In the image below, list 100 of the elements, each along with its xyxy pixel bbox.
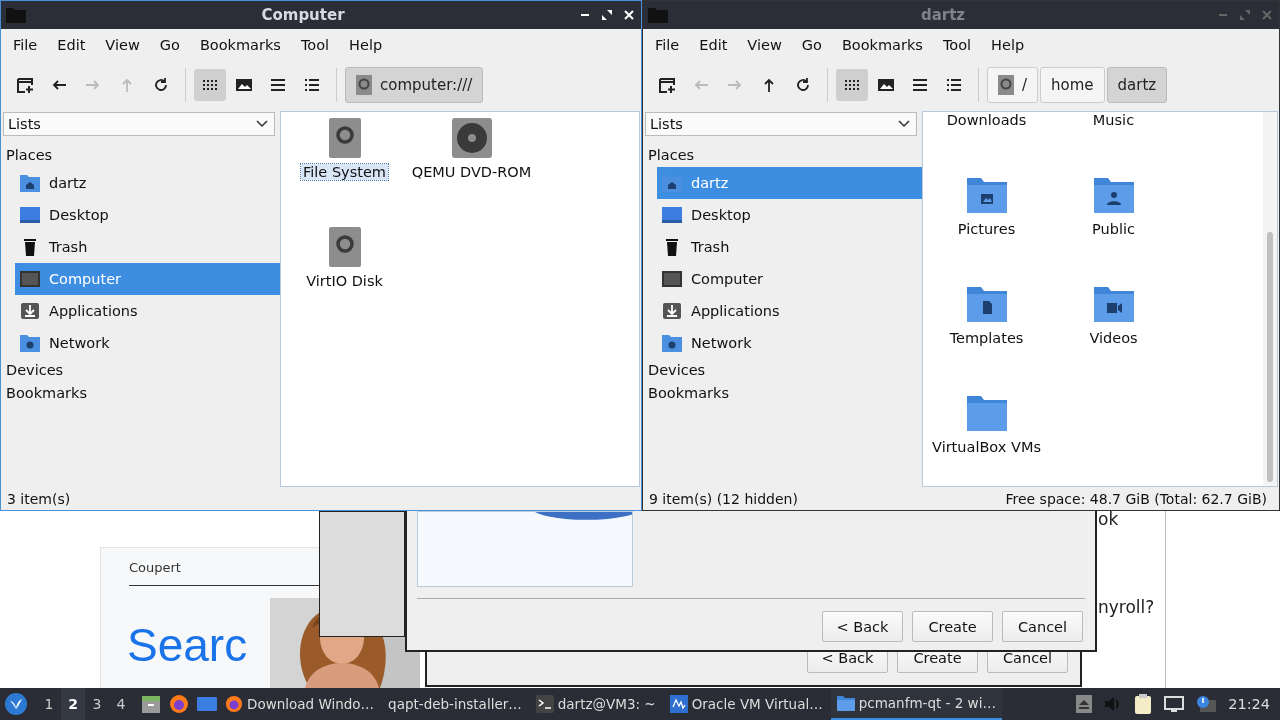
menu-item[interactable]: Help (339, 37, 393, 53)
menu-item[interactable]: View (95, 37, 150, 53)
place-item[interactable]: Network (657, 327, 922, 359)
icons-view-button[interactable] (836, 69, 868, 101)
grid-icon[interactable] (844, 77, 860, 93)
path-button[interactable]: home (1040, 67, 1105, 103)
terminal-icon[interactable] (535, 695, 554, 713)
path-button[interactable]: / (987, 67, 1039, 103)
folder-icon[interactable] (836, 695, 855, 711)
menu-item[interactable]: Tool (290, 37, 340, 53)
dialog-button[interactable]: < Back (822, 611, 903, 642)
reload-icon[interactable] (795, 77, 811, 93)
folder-icon[interactable] (965, 284, 1008, 324)
taskbar-task[interactable]: Oracle VM Virtual… (663, 688, 829, 720)
caret-icon[interactable] (898, 120, 910, 128)
menu-item[interactable]: Edit (689, 37, 738, 53)
taskbar-task[interactable]: pcmanfm-qt - 2 wi… (830, 688, 1002, 720)
reload-icon[interactable] (153, 77, 169, 93)
place-item[interactable]: Applications (15, 295, 280, 327)
bulleted-list-icon[interactable] (304, 77, 320, 93)
caret-icon[interactable] (256, 120, 268, 128)
monitor-wave-icon[interactable] (669, 695, 688, 713)
path-button[interactable]: computer:/// (345, 67, 484, 103)
menu-item[interactable]: Bookmarks (831, 37, 933, 53)
new-window-icon[interactable] (658, 76, 676, 94)
taskbar-task[interactable]: dartz@VM3: ~ (529, 688, 662, 720)
menu-item[interactable]: Help (981, 37, 1035, 53)
place-item[interactable]: Network (15, 327, 280, 359)
menu-item[interactable]: Bookmarks (189, 37, 291, 53)
section-heading[interactable]: Devices (645, 359, 922, 382)
maximize-icon[interactable] (601, 9, 613, 21)
file-name[interactable]: Music (1090, 112, 1137, 128)
icons-view-button[interactable] (194, 69, 226, 101)
folder-icon[interactable] (1092, 284, 1135, 324)
start-menu-icon[interactable] (5, 693, 27, 715)
computer-icon[interactable] (662, 270, 682, 288)
side-pane-dropdown[interactable]: Lists (645, 112, 917, 136)
eject-icon[interactable] (1076, 695, 1093, 713)
place-item[interactable]: Desktop (15, 199, 280, 231)
section-heading[interactable]: Bookmarks (3, 382, 280, 405)
folder-icon[interactable] (1092, 175, 1135, 215)
section-heading[interactable]: Places (645, 144, 922, 167)
place-item[interactable]: dartz (15, 167, 280, 199)
network-icon[interactable] (1164, 695, 1185, 713)
browser-icon[interactable] (225, 695, 243, 713)
download-icon[interactable] (20, 302, 40, 320)
file-name[interactable]: Videos (1087, 330, 1140, 346)
menu-item[interactable]: Go (791, 37, 832, 53)
drive-icon[interactable] (328, 118, 361, 158)
dialog-button[interactable]: Cancel (1002, 611, 1083, 642)
network-folder-icon[interactable] (20, 334, 40, 352)
file-name[interactable]: VirtualBox VMs (930, 439, 1043, 455)
section-heading[interactable]: Devices (3, 359, 280, 382)
drive-icon[interactable] (328, 227, 361, 267)
file-name[interactable]: Templates (947, 330, 1026, 346)
browser-icon[interactable] (169, 694, 189, 714)
new-window-icon[interactable] (16, 76, 34, 94)
scrollbar[interactable] (1263, 112, 1277, 486)
desktop-icon[interactable] (197, 695, 217, 713)
folder-icon[interactable] (965, 175, 1008, 215)
network-folder-icon[interactable] (662, 334, 682, 352)
side-pane-dropdown[interactable]: Lists (3, 112, 275, 136)
grid-icon[interactable] (202, 77, 218, 93)
place-item[interactable]: Trash (15, 231, 280, 263)
bulleted-list-icon[interactable] (946, 77, 962, 93)
menu-item[interactable]: File (3, 37, 48, 53)
section-heading[interactable]: Bookmarks (645, 382, 922, 405)
workspace-button[interactable]: 4 (109, 688, 133, 720)
workspace-button[interactable]: 2 (61, 688, 85, 720)
taskbar-task[interactable]: Download Windo… (219, 688, 381, 720)
file-name[interactable]: QEMU DVD-ROM (409, 164, 534, 180)
list-icon[interactable] (912, 77, 928, 93)
file-name[interactable]: Downloads (944, 112, 1029, 128)
file-name[interactable]: Public (1090, 221, 1137, 237)
image-icon[interactable] (235, 77, 253, 93)
file-name[interactable]: File System (301, 164, 388, 180)
file-cabinet-icon[interactable] (141, 694, 161, 714)
image-icon[interactable] (877, 77, 895, 93)
home-folder-icon[interactable] (20, 174, 40, 192)
list-icon[interactable] (270, 77, 286, 93)
file-name[interactable]: Pictures (955, 221, 1018, 237)
clipboard-icon[interactable] (1134, 694, 1153, 714)
place-item[interactable]: Trash (657, 231, 922, 263)
file-name[interactable]: VirtIO Disk (304, 273, 385, 289)
taskbar-task[interactable]: qapt-deb-installer… (382, 688, 528, 720)
monitor-icon[interactable] (662, 206, 682, 224)
path-button[interactable]: dartz (1106, 67, 1168, 103)
download-icon[interactable] (662, 302, 682, 320)
place-item[interactable]: Computer (657, 263, 922, 295)
workspace-button[interactable]: 1 (37, 688, 61, 720)
notification-icon[interactable] (1196, 695, 1217, 713)
menu-item[interactable]: Edit (47, 37, 96, 53)
monitor-icon[interactable] (20, 206, 40, 224)
dialog-button[interactable]: Create (912, 611, 993, 642)
place-item[interactable]: Desktop (657, 199, 922, 231)
menu-item[interactable]: View (737, 37, 792, 53)
section-heading[interactable]: Places (3, 144, 280, 167)
menu-item[interactable]: Tool (932, 37, 982, 53)
menu-item[interactable]: File (645, 37, 690, 53)
place-item[interactable]: Applications (657, 295, 922, 327)
